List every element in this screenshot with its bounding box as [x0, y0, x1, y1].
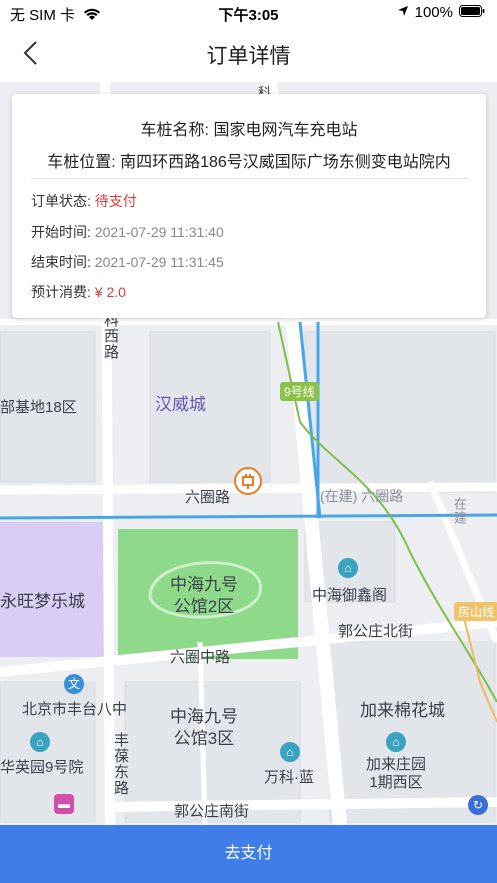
location-arrow-icon	[397, 4, 409, 21]
cost-row: 预计消费: ¥ 2.0	[31, 282, 126, 302]
map-label-poi: 中海御鑫阁	[312, 587, 388, 604]
pay-button[interactable]: 去支付	[0, 825, 497, 883]
map-label-poi: 永旺梦乐城	[0, 592, 85, 611]
map-label-poi: 华英园9号院	[0, 759, 84, 776]
start-time-label: 开始时间:	[31, 224, 91, 240]
charger-pin-icon[interactable]	[233, 466, 263, 496]
cost-value: ¥ 2.0	[94, 284, 126, 300]
map-label-area: 部基地18区	[0, 399, 77, 416]
hotel-icon: ▬	[54, 794, 74, 814]
building-icon: ⌂	[30, 732, 50, 752]
map-label-road: 郭公庄南街	[174, 803, 250, 820]
start-time-value: 2021-07-29 11:31:40	[94, 224, 224, 240]
status-bar: 无 SIM 卡 下午3:05 100%	[0, 0, 497, 26]
map-label-road: 六圈路	[185, 489, 231, 506]
nav-bar: 订单详情	[0, 26, 497, 82]
map-label-poi: 中海九号 公馆2区	[170, 575, 238, 616]
map-label-road: 丰葆东路	[112, 732, 129, 796]
start-time-row: 开始时间: 2021-07-29 11:31:40	[31, 222, 224, 242]
cost-label: 预计消费:	[31, 284, 91, 300]
station-name: 车桩名称: 国家电网汽车充电站	[140, 122, 358, 139]
map-label-road: 科西路	[102, 312, 119, 360]
building-icon: ⌂	[280, 742, 300, 762]
building-icon: ⌂	[338, 558, 358, 578]
order-status-row: 订单状态: 待支付	[31, 191, 137, 211]
map-label-poi: 万科·蓝	[264, 769, 314, 786]
map-label-road: 六圈中路	[170, 649, 231, 666]
end-time-value: 2021-07-29 11:31:45	[94, 254, 224, 270]
page-title: 订单详情	[206, 45, 291, 68]
building-icon: ⌂	[386, 732, 406, 752]
school-icon: 文	[64, 674, 84, 694]
order-status-label: 订单状态:	[31, 193, 91, 209]
card-divider	[30, 178, 468, 179]
map-label-area: 汉威城	[155, 395, 206, 414]
battery-icon	[459, 4, 485, 21]
map-label-poi: 加来棉花城	[360, 701, 445, 720]
map-label-road: 郭公庄北街	[338, 623, 414, 640]
map-label-metro: 9号线	[280, 382, 319, 401]
map-label-poi: 中海九号 公馆3区	[170, 707, 238, 748]
map-label-poi: 加来庄园 1期西区	[366, 756, 427, 791]
map-label-road: 在建	[452, 497, 467, 525]
station-address: 车桩位置: 南四环西路186号汉威国际广场东侧变电站院内	[47, 154, 451, 171]
battery-percent: 100%	[414, 4, 453, 21]
end-time-row: 结束时间: 2021-07-29 11:31:45	[31, 252, 224, 272]
order-info-card: 车桩名称: 国家电网汽车充电站 车桩位置: 南四环西路186号汉威国际广场东侧变…	[12, 94, 486, 318]
map-label-road: (在建) 六圈路	[320, 488, 404, 504]
end-time-label: 结束时间:	[31, 254, 91, 270]
map-label-poi: 北京市丰台八中	[22, 701, 128, 718]
map-label-metro: 房山线	[454, 602, 497, 621]
order-status-value: 待支付	[94, 193, 137, 209]
transit-icon: ↻	[468, 795, 488, 815]
status-right: 100%	[397, 4, 485, 21]
